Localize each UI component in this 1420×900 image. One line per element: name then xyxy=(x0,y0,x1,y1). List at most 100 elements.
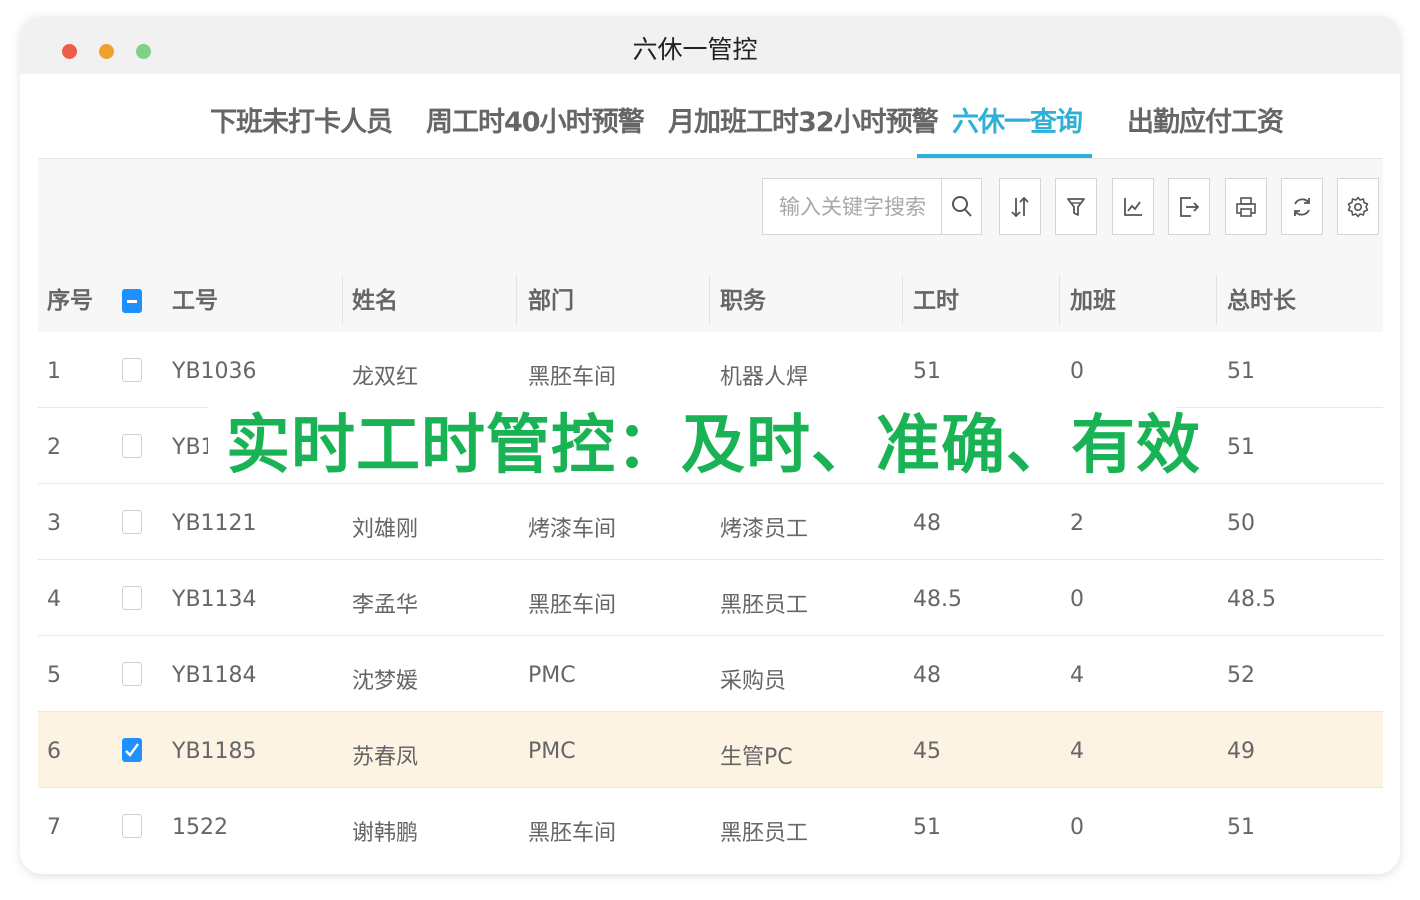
check-icon xyxy=(125,743,139,757)
settings-button[interactable] xyxy=(1337,178,1379,235)
tab-attendance-wages[interactable]: 出勤应付工资 xyxy=(1127,100,1284,139)
cell-dept: 黑胚车间 xyxy=(528,365,617,390)
search-box xyxy=(762,178,982,235)
chart-button[interactable] xyxy=(1112,178,1154,235)
cell-overtime: 0 xyxy=(1070,587,1084,612)
column-header-title[interactable]: 职务 xyxy=(720,281,766,315)
cell-title: 黑胚员工 xyxy=(720,821,809,846)
cell-seq: 7 xyxy=(47,815,61,840)
tab-weekly-40h-warning[interactable]: 周工时40小时预警 xyxy=(426,100,645,139)
row-checkbox[interactable] xyxy=(122,814,142,838)
tab-bar: 下班未打卡人员 周工时40小时预警 月加班工时32小时预警 六休一查询 出勤应付… xyxy=(38,76,1383,159)
table-row[interactable]: 7 1522 谢韩鹏 黑胚车间 黑胚员工 51 0 51 xyxy=(38,788,1383,863)
column-header-seq[interactable]: 序号 xyxy=(47,281,93,315)
cell-name: 刘雄刚 xyxy=(352,517,419,542)
table-row[interactable]: 3 YB1121 刘雄刚 烤漆车间 烤漆员工 48 2 50 xyxy=(38,484,1383,561)
cell-hours: 51 xyxy=(913,359,941,384)
cell-seq: 1 xyxy=(47,359,61,384)
minus-icon xyxy=(127,300,137,303)
search-input[interactable] xyxy=(763,179,941,234)
table-row-selected[interactable]: 6 YB1185 苏春凤 PMC 生管PC 45 4 49 xyxy=(38,712,1383,789)
sort-button[interactable] xyxy=(999,178,1041,235)
column-header-id[interactable]: 工号 xyxy=(172,281,218,315)
cell-name: 李孟华 xyxy=(352,593,419,618)
cell-total: 51 xyxy=(1227,359,1255,384)
refresh-button[interactable] xyxy=(1281,178,1323,235)
cell-hours: 51 xyxy=(913,815,941,840)
cell-name: 龙双红 xyxy=(352,365,419,390)
title-bar: 六休一管控 xyxy=(20,16,1400,74)
cell-seq: 2 xyxy=(47,435,61,460)
cell-overtime: 0 xyxy=(1070,359,1084,384)
tab-monthly-overtime-warning[interactable]: 月加班工时32小时预警 xyxy=(668,100,939,139)
select-all-checkbox[interactable] xyxy=(122,289,142,313)
tab-six-one-query[interactable]: 六休一查询 xyxy=(952,100,1083,139)
tab-no-clockout[interactable]: 下班未打卡人员 xyxy=(210,100,393,139)
overlay-slogan: 实时工时管控：及时、准确、有效 xyxy=(226,409,1201,483)
cell-id: YB1121 xyxy=(172,511,257,536)
export-button[interactable] xyxy=(1168,178,1210,235)
column-divider[interactable] xyxy=(902,275,903,325)
cell-hours: 45 xyxy=(913,739,941,764)
cell-seq: 3 xyxy=(47,511,61,536)
column-header-total[interactable]: 总时长 xyxy=(1227,281,1296,315)
refresh-icon xyxy=(1294,197,1310,216)
cell-total: 51 xyxy=(1227,435,1255,460)
row-checkbox[interactable] xyxy=(122,662,142,686)
table-row[interactable]: 5 YB1184 沈梦媛 PMC 采购员 48 4 52 xyxy=(38,636,1383,713)
column-header-dept[interactable]: 部门 xyxy=(528,281,574,315)
cell-total: 49 xyxy=(1227,739,1255,764)
column-divider[interactable] xyxy=(342,275,343,325)
sort-icon xyxy=(1011,196,1029,217)
cell-hours: 48 xyxy=(913,663,941,688)
cell-dept: 黑胚车间 xyxy=(528,593,617,618)
filter-icon xyxy=(1067,197,1085,216)
print-icon xyxy=(1236,196,1256,217)
cell-id: YB1184 xyxy=(172,663,257,688)
cell-dept: PMC xyxy=(528,663,576,688)
cell-title: 黑胚员工 xyxy=(720,593,809,618)
search-icon xyxy=(952,195,972,217)
chart-icon xyxy=(1124,197,1142,216)
cell-overtime: 4 xyxy=(1070,739,1084,764)
row-checkbox[interactable] xyxy=(122,510,142,534)
search-button[interactable] xyxy=(941,179,982,234)
active-tab-indicator xyxy=(917,154,1092,158)
cell-title: 烤漆员工 xyxy=(720,517,809,542)
cell-seq: 4 xyxy=(47,587,61,612)
cell-name: 沈梦媛 xyxy=(352,669,419,694)
cell-dept: 黑胚车间 xyxy=(528,821,617,846)
print-button[interactable] xyxy=(1225,178,1267,235)
column-divider[interactable] xyxy=(1059,275,1060,325)
cell-id: YB1036 xyxy=(172,359,257,384)
cell-seq: 5 xyxy=(47,663,61,688)
cell-total: 50 xyxy=(1227,511,1255,536)
cell-overtime: 2 xyxy=(1070,511,1084,536)
row-checkbox[interactable] xyxy=(122,434,142,458)
cell-name: 谢韩鹏 xyxy=(352,821,419,846)
filter-button[interactable] xyxy=(1055,178,1097,235)
cell-hours: 48 xyxy=(913,511,941,536)
table-toolbar: 序号 工号 姓名 部门 职务 工时 加班 总时长 xyxy=(38,159,1383,334)
cell-title: 机器人焊 xyxy=(720,365,809,390)
row-checkbox[interactable] xyxy=(122,586,142,610)
column-divider[interactable] xyxy=(516,275,517,325)
cell-id: 1522 xyxy=(172,815,228,840)
column-header-name[interactable]: 姓名 xyxy=(352,281,398,315)
overlay-banner: 实时工时管控：及时、准确、有效 xyxy=(208,390,1200,483)
cell-dept: PMC xyxy=(528,739,576,764)
cell-overtime: 0 xyxy=(1070,815,1084,840)
row-checkbox-checked[interactable] xyxy=(122,738,142,762)
cell-seq: 6 xyxy=(47,739,61,764)
column-divider[interactable] xyxy=(709,275,710,325)
cell-overtime: 4 xyxy=(1070,663,1084,688)
cell-title: 生管PC xyxy=(720,745,793,770)
column-header-overtime[interactable]: 加班 xyxy=(1070,281,1116,315)
cell-id: YB1134 xyxy=(172,587,257,612)
row-checkbox[interactable] xyxy=(122,358,142,382)
cell-hours: 48.5 xyxy=(913,587,962,612)
table-row[interactable]: 4 YB1134 李孟华 黑胚车间 黑胚员工 48.5 0 48.5 xyxy=(38,560,1383,637)
column-divider[interactable] xyxy=(1216,275,1217,325)
column-header-hours[interactable]: 工时 xyxy=(913,281,959,315)
table-header: 序号 工号 姓名 部门 职务 工时 加班 总时长 xyxy=(38,269,1383,334)
